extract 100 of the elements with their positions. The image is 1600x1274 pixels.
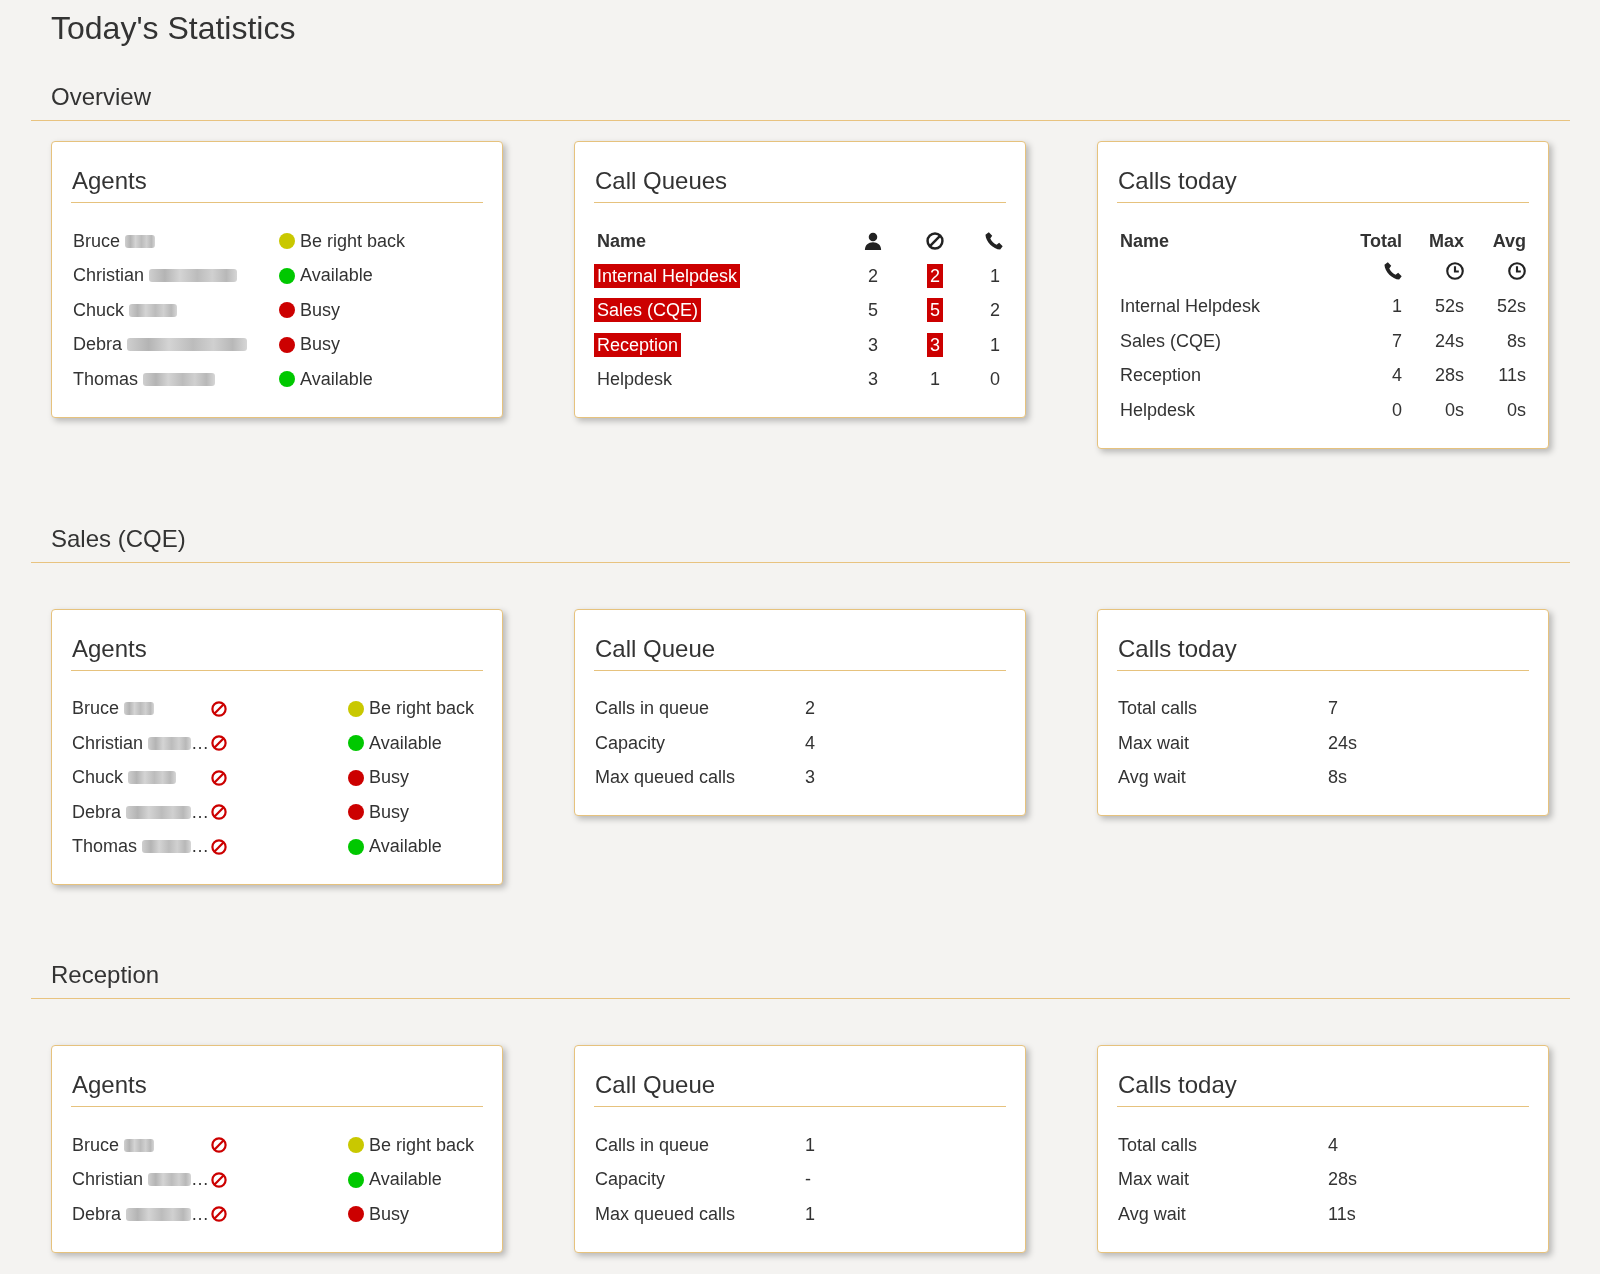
status-text: Busy (369, 767, 410, 789)
agent-name: Debra (72, 801, 122, 823)
stat-label: Calls in queue (595, 1134, 710, 1156)
table-cell: 7 (1392, 330, 1402, 352)
status-text: Be right back (300, 230, 406, 252)
card-title: Call Queue (595, 1070, 716, 1100)
section-title: Reception (51, 960, 160, 990)
stat-value: 4 (805, 732, 815, 754)
card-title: Call Queues (595, 166, 728, 196)
stat-value: 7 (1328, 698, 1338, 720)
status-text: Be right back (369, 1134, 475, 1156)
truncation-mark: … (191, 1203, 209, 1225)
stat-label: Max wait (1118, 732, 1189, 754)
agent-name: Thomas (73, 368, 139, 390)
status-text: Available (300, 265, 373, 287)
table-cell-text: 0 (989, 368, 1001, 392)
table-cell: 0s (1507, 399, 1526, 421)
table-cell: 3 (927, 332, 943, 357)
truncation-mark: … (191, 836, 209, 858)
table-cell-text: 5 (867, 299, 879, 323)
stat-label: Total calls (1118, 698, 1198, 720)
agent-name: Christian (73, 265, 145, 287)
card-title: Agents (72, 1070, 147, 1100)
stat-value: 11s (1328, 1203, 1356, 1225)
clock-icon (1446, 261, 1464, 280)
card-title: Calls today (1118, 1070, 1237, 1100)
table-cell-text: 2 (867, 264, 879, 288)
status-text: Be right back (369, 698, 475, 720)
stat-value: 3 (805, 767, 815, 789)
status-text: Available (369, 1169, 442, 1191)
table-cell: 0s (1445, 399, 1464, 421)
table-cell: 1 (1392, 296, 1402, 318)
queue-name: Sales (CQE) (594, 298, 702, 323)
table-cell-text: 3 (867, 333, 879, 357)
clock-icon (1508, 261, 1526, 280)
section-title: Sales (CQE) (51, 523, 186, 554)
status-text: Available (369, 836, 442, 858)
column-header: Max (1429, 230, 1464, 252)
stat-label: Capacity (595, 1169, 666, 1191)
card-title: Calls today (1118, 166, 1237, 196)
agent-name: Bruce (73, 230, 121, 252)
status-text: Busy (369, 1203, 410, 1225)
table-cell: 5 (927, 298, 943, 323)
table-cell: 0 (1392, 399, 1402, 421)
queue-name: Reception (594, 332, 682, 357)
stat-label: Avg wait (1118, 767, 1186, 789)
phone-icon (985, 232, 1003, 251)
truncation-mark: … (191, 801, 209, 823)
stat-value: 8s (1328, 767, 1347, 789)
truncation-mark: … (191, 732, 209, 754)
table-cell-text: 2 (989, 299, 1001, 323)
stat-value: - (805, 1169, 811, 1191)
stat-value: 2 (805, 698, 815, 720)
section-title: Overview (51, 82, 152, 112)
ban-icon (926, 232, 944, 251)
stat-label: Max wait (1118, 1169, 1189, 1191)
queue-name: Helpdesk (596, 368, 674, 392)
agent-name: Debra (73, 334, 123, 356)
agent-name: Thomas (72, 836, 138, 858)
status-text: Busy (369, 801, 410, 823)
table-cell: Reception (1120, 365, 1202, 387)
agent-name: Debra (72, 1203, 122, 1225)
status-text: Busy (300, 299, 341, 321)
table-cell: 2 (927, 263, 943, 288)
stat-label: Max queued calls (595, 767, 736, 789)
table-cell: Helpdesk (1120, 399, 1196, 421)
table-cell-text: 1 (989, 333, 1001, 357)
column-header: Name (1120, 230, 1170, 252)
status-text: Busy (300, 334, 341, 356)
status-text: Available (369, 732, 442, 754)
stat-label: Avg wait (1118, 1203, 1186, 1225)
stat-label: Total calls (1118, 1134, 1198, 1156)
column-header: Avg (1492, 230, 1526, 252)
stat-value: 28s (1328, 1169, 1358, 1191)
table-cell-text: 1 (989, 264, 1001, 288)
agent-name: Christian (72, 732, 144, 754)
stat-value: 24s (1328, 732, 1358, 754)
column-header: Total (1360, 230, 1402, 252)
table-cell: Sales (CQE) (1120, 330, 1222, 352)
column-header: Name (596, 230, 647, 252)
stat-label: Calls in queue (595, 698, 710, 720)
agent-name: Christian (72, 1169, 144, 1191)
page-title: Today's Statistics (51, 9, 296, 48)
table-cell: 24s (1434, 330, 1464, 352)
truncation-mark: … (191, 1169, 209, 1191)
stat-value: 1 (805, 1203, 815, 1225)
table-cell: 52s (1434, 296, 1464, 318)
queue-name: Internal Helpdesk (594, 263, 741, 288)
stat-label: Capacity (595, 732, 666, 754)
card-title: Agents (72, 166, 147, 196)
stat-value: 1 (805, 1134, 815, 1156)
card-title: Call Queue (595, 633, 716, 664)
table-cell-text: 1 (929, 368, 941, 392)
table-cell: Internal Helpdesk (1120, 296, 1261, 318)
table-cell: 8s (1507, 330, 1526, 352)
agent-name: Bruce (72, 1134, 120, 1156)
card-title: Agents (72, 633, 147, 664)
status-text: Available (300, 368, 373, 390)
agent-name: Chuck (72, 767, 124, 789)
table-cell: 52s (1496, 296, 1526, 318)
